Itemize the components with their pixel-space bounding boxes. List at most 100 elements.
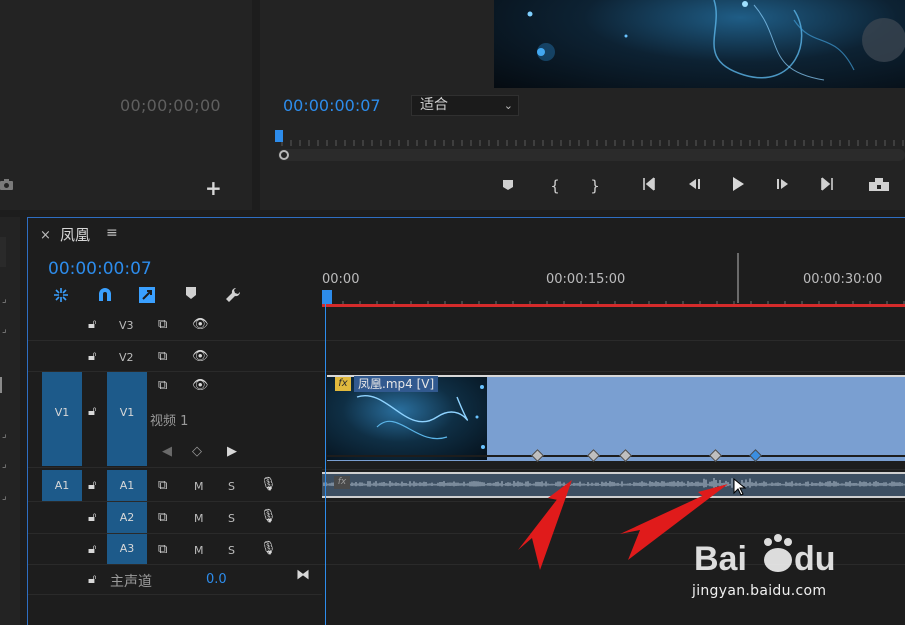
eye-icon[interactable]: 👁︎ [192, 349, 209, 364]
svg-text:⌟: ⌟ [2, 491, 7, 502]
go-to-out-button[interactable] [815, 176, 835, 196]
timeline-playhead[interactable] [322, 290, 332, 304]
track-header-a1: A1 🔓︎ A1 ⧉ M S 🎙︎ [28, 470, 322, 502]
track-header-v3: 🔓︎ V3 ⧉ 👁︎ [28, 309, 322, 341]
mark-in-button[interactable]: { [545, 176, 565, 196]
eye-icon[interactable]: 👁︎ [192, 378, 209, 393]
mark-out-button[interactable]: } [585, 176, 605, 196]
track-header-a2: 🔓︎ A2 ⧉ M S 🎙︎ [28, 502, 322, 534]
master-track-name: 主声道 [110, 574, 152, 590]
lock-icon[interactable]: 🔓︎ [88, 404, 96, 419]
track-header-v2: 🔓︎ V2 ⧉ 👁︎ [28, 341, 322, 372]
mute-button[interactable]: M [194, 512, 204, 525]
sync-lock-icon[interactable]: ⧉ [158, 317, 167, 332]
program-playhead[interactable] [275, 130, 283, 142]
microphone-icon[interactable]: 🎙︎ [260, 541, 277, 556]
source-timecode: 00;00;00;00 [120, 96, 221, 115]
track-target-v1[interactable]: V1 [107, 372, 147, 466]
solo-button[interactable]: S [228, 544, 235, 557]
master-volume-value[interactable]: 0.0 [206, 572, 227, 587]
nest-toggle-icon[interactable] [50, 286, 72, 308]
lane-v2[interactable] [322, 341, 905, 372]
lock-icon[interactable]: 🔓︎ [88, 317, 96, 332]
fit-dropdown-value: 适合 [420, 97, 448, 113]
svg-text:Bai: Bai [694, 540, 747, 578]
ruler-label-15s: 00:00:15:00 [546, 272, 626, 287]
sync-lock-icon[interactable]: ⧉ [158, 349, 167, 364]
lock-icon[interactable]: 🔓︎ [88, 349, 96, 364]
microphone-icon[interactable]: 🎙︎ [260, 509, 277, 524]
track-header-master: 🔓︎ 主声道 0.0 ⧓ [28, 565, 322, 595]
add-marker-button[interactable] [498, 176, 518, 196]
sync-lock-icon[interactable]: ⧉ [158, 478, 167, 493]
svg-text:⌟: ⌟ [2, 429, 7, 440]
video-clip-name: 凤凰.mp4 [V] [354, 376, 439, 392]
premiere-workspace: 00;00;00;00 + 00:00:00:07 适合 ⌄ { } ⌟ ⌟ ⌟… [0, 0, 905, 625]
svg-text:⌟: ⌟ [2, 459, 7, 470]
close-icon[interactable]: × [40, 228, 51, 243]
snap-magnet-icon[interactable] [94, 286, 116, 308]
export-frame-button[interactable] [868, 176, 889, 196]
track-label-v3[interactable]: V3 [119, 319, 134, 332]
add-marker-icon[interactable] [180, 286, 202, 304]
svg-text:du: du [794, 540, 836, 578]
track-label-v2[interactable]: V2 [119, 351, 134, 364]
program-timecode: 00:00:00:07 [283, 96, 381, 115]
lock-icon[interactable]: 🔓︎ [88, 478, 96, 493]
sync-lock-icon[interactable]: ⧉ [158, 542, 167, 557]
master-meter-toggle-icon[interactable]: ⧓ [296, 567, 310, 583]
source-patch-a1[interactable]: A1 [42, 470, 82, 501]
playhead-line [325, 300, 326, 625]
linked-selection-icon[interactable] [136, 286, 158, 308]
track-target-a2[interactable]: A2 [107, 502, 147, 533]
svg-text:⌟: ⌟ [2, 324, 7, 335]
mute-button[interactable]: M [194, 480, 204, 493]
work-area-bar[interactable] [322, 304, 905, 307]
watermark-url: jingyan.baidu.com [692, 583, 827, 599]
lock-icon[interactable]: 🔓︎ [88, 542, 96, 557]
sync-lock-icon[interactable]: ⧉ [158, 378, 167, 393]
program-zoom-scrollbar[interactable] [278, 149, 905, 161]
next-keyframe-icon[interactable]: ▶ [227, 444, 237, 459]
track-header-a3: 🔓︎ A3 ⧉ M S 🎙︎ [28, 534, 322, 565]
add-keyframe-icon[interactable]: ◇ [192, 444, 202, 459]
step-back-button[interactable] [684, 176, 704, 196]
camera-icon[interactable] [0, 178, 14, 192]
step-forward-button[interactable] [773, 176, 793, 196]
solo-button[interactable]: S [228, 512, 235, 525]
lock-icon[interactable]: 🔓︎ [88, 510, 96, 525]
mute-button[interactable]: M [194, 544, 204, 557]
track-target-a1[interactable]: A1 [107, 470, 147, 501]
svg-text:⌟: ⌟ [2, 294, 7, 305]
left-tool-strip: ⌟ ⌟ ⌟ ⌟ ⌟ [0, 217, 20, 625]
program-zoom-handle[interactable] [279, 150, 289, 160]
lock-icon[interactable]: 🔓︎ [88, 572, 96, 587]
track-target-a3[interactable]: A3 [107, 534, 147, 564]
go-to-in-button[interactable] [641, 176, 661, 196]
timeline-timecode[interactable]: 00:00:00:07 [48, 259, 152, 279]
fit-dropdown[interactable]: 适合 ⌄ [411, 95, 519, 116]
audio-fx-badge[interactable]: fx [334, 476, 350, 489]
wrench-icon[interactable] [222, 286, 244, 308]
track-header-v1: V1 🔓︎ V1 ⧉ 👁︎ 视频 1 ◀ ◇ ▶ [28, 372, 322, 468]
play-button[interactable] [728, 176, 748, 196]
lane-v3[interactable] [322, 309, 905, 341]
prev-keyframe-icon[interactable]: ◀ [162, 444, 172, 459]
ruler-label-0: 00:00 [322, 272, 360, 287]
opacity-line[interactable] [327, 455, 905, 457]
source-patch-v1[interactable]: V1 [42, 372, 82, 466]
panel-menu-icon[interactable]: ≡ [106, 225, 118, 241]
solo-button[interactable]: S [228, 480, 235, 493]
chevron-down-icon: ⌄ [503, 99, 513, 112]
ruler-label-30s: 00:00:30:00 [803, 272, 883, 287]
fx-badge[interactable]: fx [335, 377, 351, 391]
sequence-tab-title[interactable]: 凤凰 [60, 224, 90, 245]
eye-icon[interactable]: 👁︎ [192, 317, 209, 332]
add-button[interactable]: + [205, 176, 222, 200]
program-video-frame [494, 0, 905, 88]
sync-lock-icon[interactable]: ⧉ [158, 510, 167, 525]
baidu-watermark-logo: Bai du [690, 520, 890, 620]
track-name-v1[interactable]: 视频 1 [150, 410, 188, 429]
microphone-icon[interactable]: 🎙︎ [260, 477, 277, 492]
ruler-hover-line [737, 253, 739, 303]
